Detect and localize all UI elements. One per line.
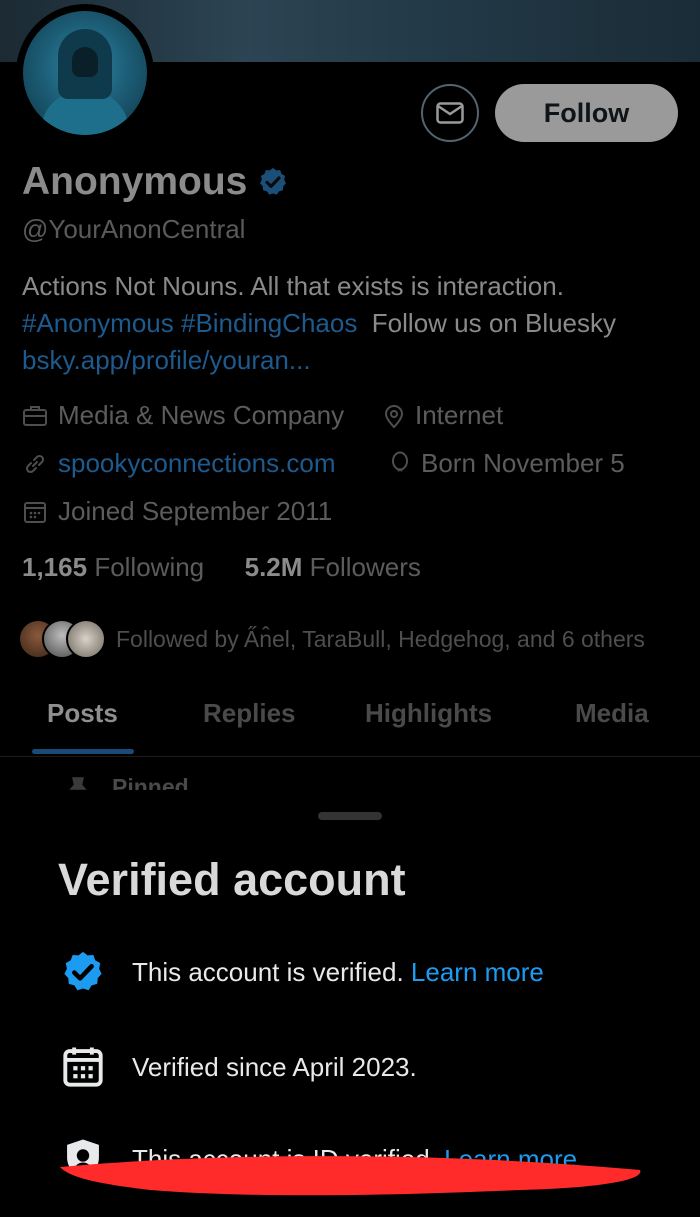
id-verified-text: This account is ID verified. bbox=[132, 1143, 437, 1174]
followed-by-text: Followed by A̋n̂el, TaraBull, Hedgehog, … bbox=[116, 625, 645, 652]
sheet-drag-handle[interactable] bbox=[318, 812, 382, 820]
verified-since-text: Verified since April 2023. bbox=[132, 1051, 417, 1082]
calendar-icon bbox=[63, 1047, 103, 1087]
joined-text: Joined September 2011 bbox=[58, 496, 333, 526]
followers-link[interactable]: 5.2M Followers bbox=[245, 552, 421, 582]
row-id-verified-text: This account is ID verified. Learn more bbox=[132, 1144, 577, 1175]
follow-button[interactable]: Follow bbox=[495, 84, 678, 142]
profile-avatar[interactable] bbox=[16, 4, 154, 142]
meta-category: Media & News Company bbox=[22, 400, 344, 431]
link-icon bbox=[25, 454, 45, 473]
location-text: Internet bbox=[415, 400, 504, 430]
avatar-image bbox=[23, 11, 147, 135]
profile-bio: Actions Not Nouns. All that exists is in… bbox=[22, 268, 692, 379]
calendar-icon bbox=[24, 501, 46, 523]
active-tab-indicator bbox=[32, 749, 134, 754]
following-label: Following bbox=[94, 552, 205, 582]
verified-sheet: Verified account This account is verifie… bbox=[0, 790, 700, 1217]
follower-avatar bbox=[66, 619, 106, 659]
verified-badge-icon bbox=[64, 951, 102, 991]
bio-after: Follow us on Bluesky bbox=[371, 308, 617, 338]
follow-stats: 1,165 Following 5.2M Followers bbox=[22, 552, 421, 583]
followers-label: Followers bbox=[309, 552, 421, 582]
followed-by-row[interactable]: Followed by A̋n̂el, TaraBull, Hedgehog, … bbox=[18, 617, 645, 661]
meta-location: Internet bbox=[383, 400, 503, 431]
row-verified-since: Verified since April 2023. bbox=[60, 1044, 417, 1090]
following-count: 1,165 bbox=[22, 552, 88, 582]
envelope-icon bbox=[436, 102, 464, 124]
meta-website[interactable]: spookyconnections.com bbox=[22, 448, 335, 479]
profile-name: Anonymous bbox=[22, 160, 248, 203]
followers-count: 5.2M bbox=[244, 552, 303, 582]
verified-badge-icon[interactable] bbox=[257, 166, 289, 198]
tab-posts[interactable]: Posts bbox=[47, 698, 118, 729]
profile-handle: @YourAnonCentral bbox=[22, 214, 246, 244]
sheet-title: Verified account bbox=[58, 854, 406, 905]
balloon-icon bbox=[392, 451, 408, 472]
row-verified-text: This account is verified. Learn more bbox=[132, 957, 544, 988]
verified-text: This account is verified. bbox=[132, 956, 404, 987]
briefcase-icon bbox=[23, 405, 47, 426]
tab-highlights[interactable]: Highlights bbox=[365, 698, 492, 729]
id-shield-icon bbox=[67, 1139, 99, 1179]
bio-hashtags[interactable]: #Anonymous #BindingChaos bbox=[22, 308, 357, 338]
profile-tabs: Posts Replies Highlights Media bbox=[0, 690, 700, 757]
bio-text: Actions Not Nouns. All that exists is in… bbox=[22, 271, 564, 301]
following-link[interactable]: 1,165 Following bbox=[22, 552, 204, 582]
message-button[interactable] bbox=[421, 84, 479, 142]
row-id-verified: This account is ID verified. Learn more bbox=[60, 1136, 577, 1182]
website-link[interactable]: spookyconnections.com bbox=[58, 448, 335, 479]
location-pin-icon bbox=[384, 404, 404, 428]
learn-more-link[interactable]: Learn more bbox=[444, 1144, 577, 1174]
row-verified: This account is verified. Learn more bbox=[60, 949, 544, 995]
profile-name-row: Anonymous bbox=[22, 160, 289, 204]
bio-link[interactable]: bsky.app/profile/youran... bbox=[22, 345, 311, 375]
birthday-text: Born November 5 bbox=[421, 448, 625, 478]
learn-more-link[interactable]: Learn more bbox=[411, 957, 544, 987]
meta-birthday: Born November 5 bbox=[389, 448, 625, 479]
tab-replies[interactable]: Replies bbox=[203, 698, 296, 729]
category-text: Media & News Company bbox=[58, 400, 345, 430]
tab-media[interactable]: Media bbox=[575, 698, 649, 729]
meta-joined: Joined September 2011 bbox=[22, 496, 332, 527]
